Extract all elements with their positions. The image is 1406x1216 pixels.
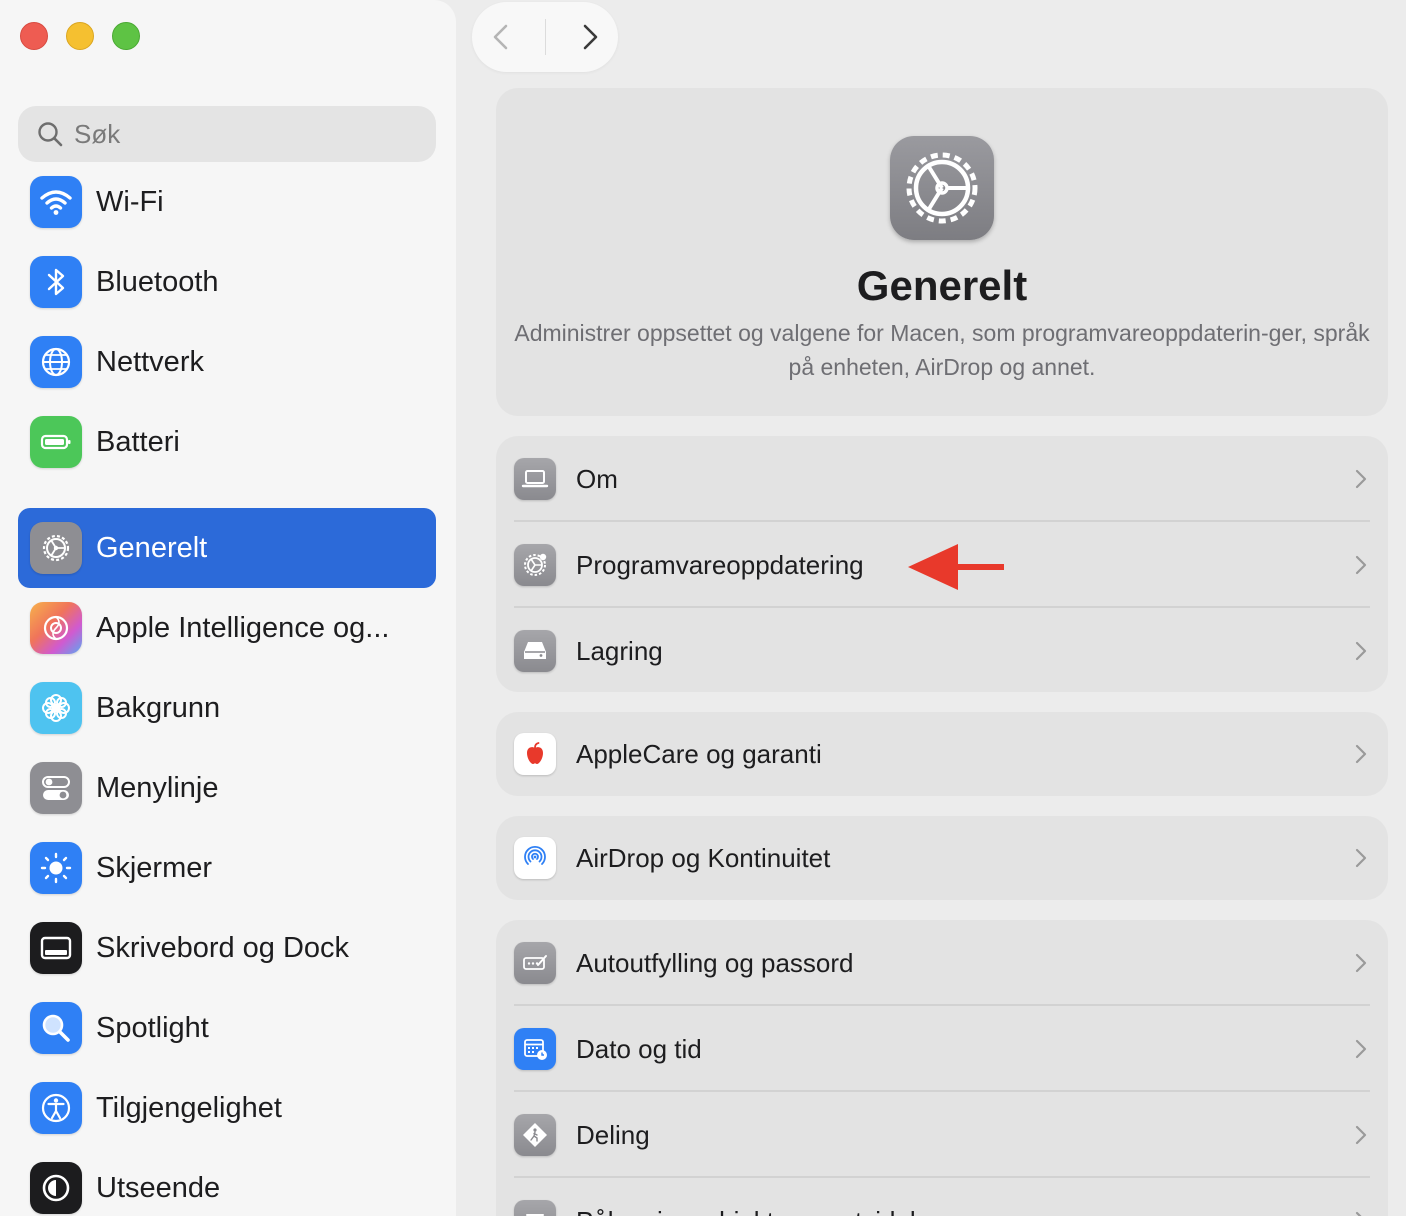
airdrop-icon bbox=[514, 837, 556, 879]
row-om[interactable]: Om bbox=[496, 436, 1388, 522]
sidebar-item-wifi[interactable]: Wi-Fi bbox=[18, 162, 436, 242]
sidebar-item-batteri[interactable]: Batteri bbox=[18, 402, 436, 482]
sidebar: Wi-Fi Bluetooth Nettverk Batteri Generel… bbox=[0, 0, 456, 1216]
minimize-button[interactable] bbox=[66, 22, 94, 50]
apple-logo-icon bbox=[514, 733, 556, 775]
software-update-gear-icon bbox=[514, 544, 556, 586]
row-paloggingsobjekter[interactable]: Påloggingsobjekter og utvidelser bbox=[496, 1178, 1388, 1216]
close-button[interactable] bbox=[20, 22, 48, 50]
window-controls bbox=[20, 22, 140, 50]
sidebar-item-tilgjengelighet[interactable]: Tilgjengelighet bbox=[18, 1068, 436, 1148]
sun-icon bbox=[30, 842, 82, 894]
sidebar-item-label: Utseende bbox=[96, 1171, 221, 1204]
flower-icon bbox=[30, 682, 82, 734]
sidebar-item-label: Nettverk bbox=[96, 345, 204, 378]
sidebar-item-nettverk[interactable]: Nettverk bbox=[18, 322, 436, 402]
toggles-icon bbox=[30, 762, 82, 814]
back-button[interactable] bbox=[488, 22, 514, 52]
row-label: Programvareoppdatering bbox=[576, 549, 864, 580]
calendar-clock-icon bbox=[514, 1028, 556, 1070]
chevron-right-icon bbox=[1355, 1039, 1367, 1059]
sidebar-item-skjermer[interactable]: Skjermer bbox=[18, 828, 436, 908]
page-description: Administrer oppsettet og valgene for Mac… bbox=[514, 320, 1370, 380]
sidebar-item-label: Apple Intelligence og... bbox=[96, 611, 390, 644]
sidebar-item-label: Batteri bbox=[96, 425, 180, 458]
row-dato-og-tid[interactable]: Dato og tid bbox=[496, 1006, 1388, 1092]
list-icon bbox=[514, 1200, 556, 1216]
settings-group-misc: Autoutfylling og passord Dato og tid Del… bbox=[496, 920, 1388, 1216]
chevron-right-icon bbox=[1355, 555, 1367, 575]
row-lagring[interactable]: Lagring bbox=[496, 608, 1388, 692]
sidebar-item-utseende[interactable]: Utseende bbox=[18, 1148, 436, 1216]
settings-group-about: Om Programvareoppdatering Lagring bbox=[496, 436, 1388, 692]
chevron-right-icon bbox=[1355, 744, 1367, 764]
chevron-right-icon bbox=[1355, 469, 1367, 489]
sidebar-item-label: Skjermer bbox=[96, 851, 213, 884]
globe-icon bbox=[30, 336, 82, 388]
row-label: AirDrop og Kontinuitet bbox=[576, 842, 831, 873]
settings-group-applecare: AppleCare og garanti bbox=[496, 712, 1388, 796]
search-input[interactable] bbox=[74, 118, 414, 150]
gear-icon bbox=[30, 522, 82, 574]
chevron-right-icon bbox=[1355, 1211, 1362, 1216]
sidebar-item-label: Spotlight bbox=[96, 1011, 209, 1044]
row-label: Deling bbox=[576, 1119, 650, 1150]
autofill-icon bbox=[514, 942, 556, 984]
row-label: Lagring bbox=[576, 635, 663, 666]
sidebar-item-label: Bluetooth bbox=[96, 265, 219, 298]
red-arrow-annotation bbox=[908, 544, 1004, 590]
sidebar-item-spotlight[interactable]: Spotlight bbox=[18, 988, 436, 1068]
row-airdrop[interactable]: AirDrop og Kontinuitet bbox=[496, 816, 1388, 900]
laptop-icon bbox=[514, 458, 556, 500]
settings-gear-icon bbox=[890, 136, 994, 240]
forward-button[interactable] bbox=[577, 22, 603, 52]
chevron-right-icon bbox=[1355, 848, 1367, 868]
row-autoutfylling[interactable]: Autoutfylling og passord bbox=[496, 920, 1388, 1006]
settings-group-airdrop: AirDrop og Kontinuitet bbox=[496, 816, 1388, 900]
sidebar-item-label: Menylinje bbox=[96, 771, 219, 804]
header-card: Generelt Administrer oppsettet og valgen… bbox=[496, 88, 1388, 416]
drive-icon bbox=[514, 630, 556, 672]
sidebar-item-generelt[interactable]: Generelt bbox=[18, 508, 436, 588]
row-deling[interactable]: Deling bbox=[496, 1092, 1388, 1178]
battery-icon bbox=[30, 416, 82, 468]
row-applecare[interactable]: AppleCare og garanti bbox=[496, 712, 1388, 796]
magnifier-icon bbox=[30, 1002, 82, 1054]
wifi-icon bbox=[30, 176, 82, 228]
search-icon bbox=[38, 122, 63, 147]
row-label: Autoutfylling og passord bbox=[576, 947, 854, 978]
chevron-right-icon bbox=[1355, 641, 1367, 661]
page-title: Generelt bbox=[856, 262, 1028, 309]
row-label: Om bbox=[576, 463, 618, 494]
bluetooth-icon bbox=[30, 256, 82, 308]
sidebar-item-bakgrunn[interactable]: Bakgrunn bbox=[18, 668, 436, 748]
chevron-right-icon bbox=[1355, 1125, 1367, 1145]
sharing-icon bbox=[514, 1114, 556, 1156]
sidebar-item-label: Bakgrunn bbox=[96, 691, 221, 724]
sidebar-item-label: Tilgjengelighet bbox=[96, 1091, 282, 1124]
row-label: Dato og tid bbox=[576, 1033, 702, 1064]
divider bbox=[544, 19, 546, 55]
sidebar-item-label: Wi-Fi bbox=[96, 185, 164, 218]
row-label: Påloggingsobjekter og utvidelser bbox=[576, 1206, 952, 1216]
accessibility-icon bbox=[30, 1082, 82, 1134]
search-field[interactable] bbox=[18, 106, 436, 162]
dock-icon bbox=[30, 922, 82, 974]
navigation-buttons bbox=[472, 2, 618, 72]
sidebar-item-skrivebord-og-dock[interactable]: Skrivebord og Dock bbox=[18, 908, 436, 988]
sidebar-item-apple-intelligence[interactable]: Apple Intelligence og... bbox=[18, 588, 436, 668]
sidebar-item-bluetooth[interactable]: Bluetooth bbox=[18, 242, 436, 322]
appearance-icon bbox=[30, 1162, 82, 1214]
sidebar-item-label: Generelt bbox=[96, 531, 208, 564]
zoom-button[interactable] bbox=[112, 22, 140, 50]
apple-intelligence-icon bbox=[30, 602, 82, 654]
sidebar-item-menylinje[interactable]: Menylinje bbox=[18, 748, 436, 828]
sidebar-item-label: Skrivebord og Dock bbox=[96, 931, 350, 964]
chevron-right-icon bbox=[1355, 953, 1367, 973]
row-label: AppleCare og garanti bbox=[576, 738, 822, 769]
row-programvareoppdatering[interactable]: Programvareoppdatering bbox=[496, 522, 1388, 608]
